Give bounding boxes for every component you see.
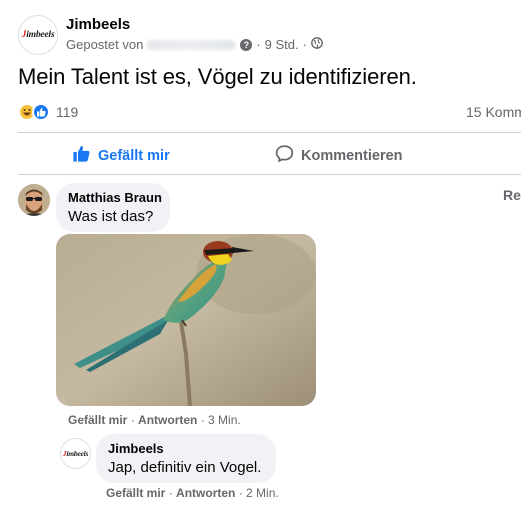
post-text: Mein Talent ist es, Vögel zu identifizie… (18, 64, 417, 89)
commenter-avatar[interactable] (18, 184, 50, 216)
divider (18, 132, 521, 133)
reply-bubble: Jimbeels Jap, definitiv ein Vogel. (96, 434, 276, 483)
thumbs-up-icon (72, 144, 98, 167)
reply-like-link[interactable]: Gefällt mir (106, 486, 165, 500)
reply-author-avatar[interactable]: Jimbeels (60, 438, 91, 469)
comment-button-label: Kommentieren (301, 147, 403, 164)
reply-time[interactable]: 2 Min. (246, 486, 279, 500)
like-button-label: Gefällt mir (98, 147, 170, 164)
separator-dot: · (256, 37, 261, 52)
separator-dot: · (302, 37, 307, 52)
reply-footer: Gefällt mir · Antworten · 2 Min. (106, 486, 279, 500)
like-button[interactable]: Gefällt mir (72, 144, 170, 167)
comment-button[interactable]: Kommentieren (275, 144, 403, 167)
comment-like-link[interactable]: Gefällt mir (68, 413, 127, 427)
comment-reply-link[interactable]: Antworten (138, 413, 197, 427)
globe-icon (311, 37, 323, 52)
page-name[interactable]: Jimbeels (66, 16, 130, 33)
divider (18, 174, 521, 175)
page-logo: Jimbeels (21, 30, 55, 40)
reply-author[interactable]: Jimbeels (108, 441, 264, 456)
like-icon (32, 103, 50, 121)
comment-text: Was ist das? (68, 208, 154, 225)
page-avatar[interactable]: Jimbeels (18, 15, 58, 55)
page-logo: Jimbeels (62, 449, 89, 458)
comment-count[interactable]: 15 Komm (466, 104, 521, 120)
comment-bubble: Matthias Braun Was ist das? (56, 183, 170, 232)
posted-by-label: Gepostet von (66, 37, 144, 52)
post-meta: Gepostet von ? · 9 Std. · (66, 37, 323, 52)
reply-text: Jap, definitiv ein Vogel. (108, 459, 262, 476)
blurred-author-name (147, 39, 236, 50)
comment-icon (275, 144, 301, 167)
help-icon[interactable]: ? (240, 38, 253, 51)
reaction-count: 119 (56, 104, 79, 120)
reply-reply-link[interactable]: Antworten (176, 486, 235, 500)
reaction-summary[interactable]: 119 (18, 103, 78, 121)
comment-footer: Gefällt mir · Antworten · 3 Min. (68, 413, 241, 427)
comment-sort-dropdown[interactable]: Re (503, 187, 521, 203)
bird-photo[interactable] (56, 234, 316, 406)
comment-time[interactable]: 3 Min. (208, 413, 241, 427)
post-card: Jimbeels Jimbeels Gepostet von ? · 9 Std… (0, 0, 521, 521)
comment-author[interactable]: Matthias Braun (68, 190, 162, 205)
post-time[interactable]: 9 Std. (265, 37, 299, 52)
